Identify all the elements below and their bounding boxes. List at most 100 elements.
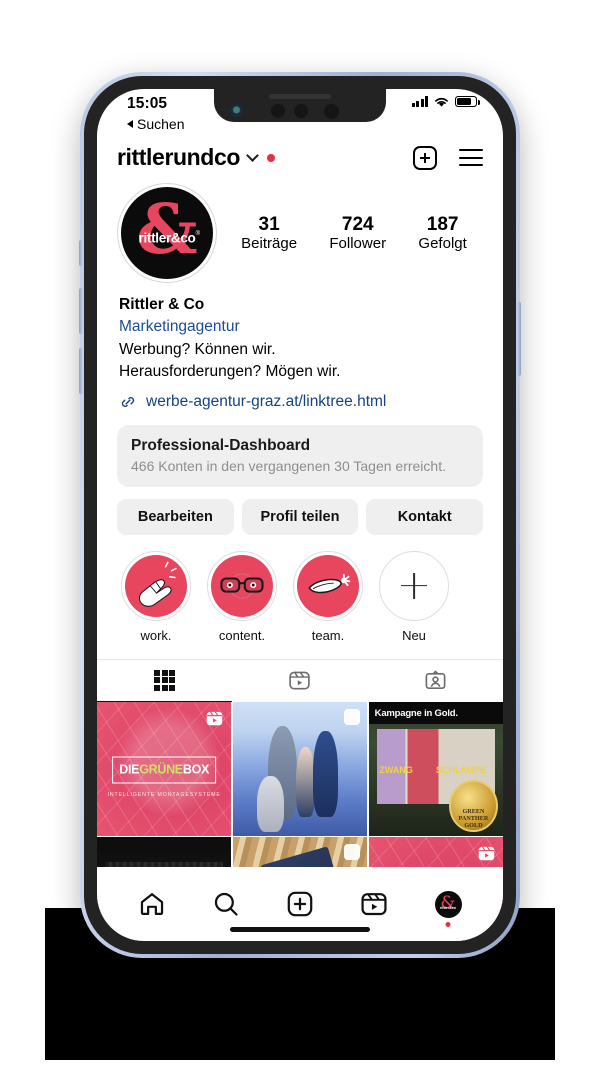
poster-word-1: ZWANG [379,764,413,775]
carousel-badge-icon [344,844,361,861]
highlight-label: team. [311,627,345,643]
wifi-icon [435,97,448,107]
bio-line-1: Werbung? Können wir. [119,340,276,358]
grid-icon [154,669,176,691]
chevron-down-icon [246,149,259,162]
tab-grid[interactable] [97,660,233,702]
highlight-team[interactable]: team. [293,550,363,643]
volume-up-button[interactable] [79,288,83,334]
bio-link: werbe-agentur-graz.at/linktree.html [146,392,387,410]
post-thumbnail[interactable]: DIEGRÜNEBOX INTELLIGENTE MONTAGESYSTEME [97,701,232,836]
post-thumbnail[interactable]: Kampagne in Gold. ZWANG SCHLAMPE GREEN P… [368,701,503,836]
profile-header: rittlerundco [97,132,503,177]
mute-switch[interactable] [79,240,83,266]
caption-part-1: DIE [119,762,140,777]
profile-bio: Rittler & Co Marketingagentur Werbung? K… [97,283,503,411]
reels-badge-icon [478,847,495,861]
avatar-wordmark: rittler&co [138,230,196,246]
highlight-label: work. [140,627,172,643]
stat-posts[interactable]: 31 Beiträge [241,214,297,253]
battery-icon [455,96,480,107]
highlight-work[interactable]: work. [121,550,191,643]
volume-down-button[interactable] [79,348,83,394]
professional-dashboard-card[interactable]: Professional-Dashboard 466 Konten in den… [117,424,483,487]
profile-action-buttons: Bearbeiten Profil teilen Kontakt [117,498,484,535]
account-handle: rittlerundco [117,144,240,170]
link-chain-icon [121,396,135,407]
carousel-badge-icon [344,708,361,725]
post-subcaption: INTELLIGENTE MONTAGESYSTEME [107,791,221,798]
back-arrow-icon [127,120,133,128]
story-highlights: work. content. team. Neu [97,535,503,643]
status-time: 15:05 [127,95,168,112]
post-headline: Kampagne in Gold. [368,701,503,725]
registered-mark-icon: ® [195,231,200,238]
dashboard-subtitle: 466 Konten in den vergangenen 30 Tagen e… [131,457,446,474]
reels-icon[interactable] [360,890,388,918]
plus-square-icon[interactable] [413,145,437,170]
power-button[interactable] [517,302,521,376]
cellular-bars-icon [411,96,428,107]
device-notch [214,89,386,122]
reels-badge-icon [207,711,223,725]
profile-stats-row: & rittler&co ® 31 Beiträge 724 Follower [97,177,503,283]
post-thumbnail[interactable] [232,701,368,836]
stat-following-label: Gefolgt [418,235,467,253]
plus-square-icon[interactable] [286,890,314,918]
phone-bezel: 15:05 Suchen rittlerundco & rittler&co ®… [84,76,516,954]
face-id-sensor-icon [271,104,285,118]
stat-posts-value: 31 [258,213,280,235]
megaphone-icon [308,573,351,593]
reels-icon [289,671,311,690]
profile-avatar-icon[interactable]: & rittler&co [434,890,462,927]
profile-avatar[interactable]: & rittler&co ® [117,183,217,283]
home-icon[interactable] [138,890,166,918]
hamburger-menu-icon[interactable] [459,149,483,166]
medal-line-2: PANTHER [458,814,489,822]
stat-followers-label: Follower [329,235,387,253]
bio-line-2: Herausforderungen? Mögen wir. [119,363,341,381]
account-category: Marketingagentur [119,318,240,336]
caption-part-3: BOX [182,762,210,777]
status-indicators [411,95,480,108]
search-icon[interactable] [212,890,240,918]
account-switcher[interactable]: rittlerundco [117,144,275,171]
highlight-label: content. [218,627,266,643]
medal-line-1: GREEN [462,807,485,815]
notification-dot [445,922,451,927]
phone-device-frame: 15:05 Suchen rittlerundco & rittler&co ®… [79,72,521,958]
front-camera-icon [230,104,243,117]
stat-followers-value: 724 [341,213,374,235]
edit-profile-button[interactable]: Bearbeiten [117,498,234,535]
proximity-sensor-icon [294,104,308,118]
screenshot-canvas: 15:05 Suchen rittlerundco & rittler&co ®… [0,0,600,1087]
home-indicator[interactable] [230,927,370,932]
stat-posts-label: Beiträge [241,235,298,253]
post-caption-overlay: DIEGRÜNEBOX [112,756,217,784]
stat-following-value: 187 [426,213,459,235]
share-profile-button[interactable]: Profil teilen [241,498,359,535]
stat-followers[interactable]: 724 Follower [329,214,386,253]
display-name: Rittler & Co [119,296,205,313]
highlight-new[interactable]: Neu [379,550,449,643]
bio-link-row[interactable]: werbe-agentur-graz.at/linktree.html [119,393,481,411]
dashboard-title: Professional-Dashboard [131,436,311,454]
stat-following[interactable]: 187 Gefolgt [418,214,466,253]
tagged-person-icon [425,670,446,689]
contact-button[interactable]: Kontakt [366,498,484,535]
highlight-label: Neu [402,627,426,643]
stat-columns: 31 Beiträge 724 Follower 187 Gefolgt [217,214,483,253]
plus-icon [401,573,427,599]
profile-tabs [97,658,503,702]
tab-reels[interactable] [232,660,367,702]
header-actions [413,145,483,170]
red-dot-indicator [266,153,275,162]
tab-tagged[interactable] [368,660,503,702]
clapping-hands-icon [138,561,177,607]
eyeglasses-icon [220,573,264,599]
earpiece-speaker-icon [269,94,331,99]
medal-line-3: GOLD [464,821,483,829]
highlight-content[interactable]: content. [207,550,277,643]
caption-part-2: GRÜNE [139,762,183,777]
dot-projector-icon [324,104,339,119]
